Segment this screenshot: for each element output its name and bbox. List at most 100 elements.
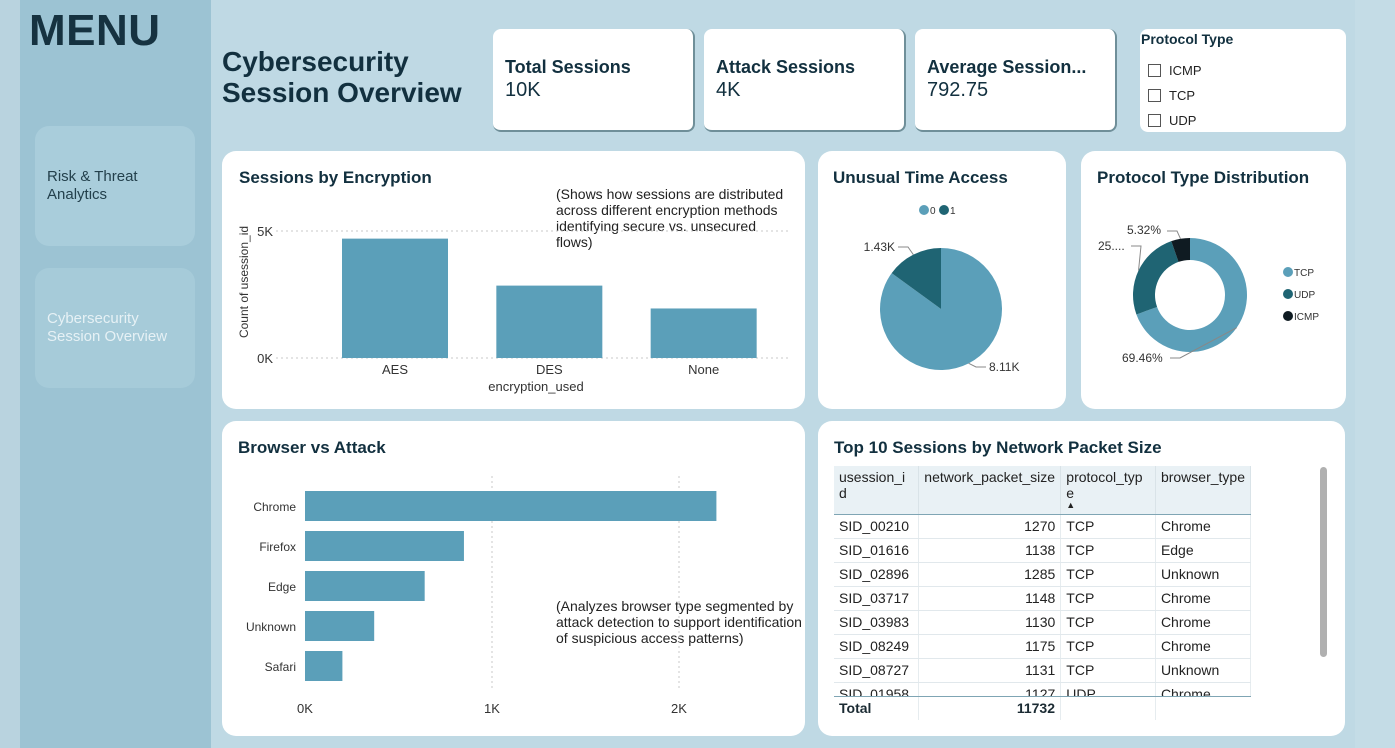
kpi-label: Average Session...	[927, 57, 1087, 77]
kpi-attack-sessions: Attack Sessions 4K	[704, 29, 906, 132]
table-cell: TCP	[1060, 610, 1156, 635]
table-cell: Unknown	[1155, 562, 1251, 587]
table-cell: Unknown	[1155, 658, 1251, 683]
table-cell: Chrome	[1155, 634, 1251, 659]
table-scrollbar[interactable]	[1320, 467, 1327, 657]
legend-marker	[1283, 267, 1293, 277]
checkbox[interactable]	[1148, 89, 1161, 102]
page-title-line2: Session Overview	[222, 77, 462, 108]
column-header-browser-type[interactable]: browser_type	[1155, 466, 1251, 515]
nav-cybersecurity-session-overview[interactable]: Cybersecurity Session Overview	[35, 268, 195, 388]
y-tick-label: 0K	[257, 351, 273, 366]
table-cell: SID_00210	[834, 514, 920, 539]
checkbox[interactable]	[1148, 64, 1161, 77]
bar	[305, 571, 425, 601]
kpi-value: 4K	[716, 79, 741, 101]
table-cell: SID_08249	[834, 634, 920, 659]
x-tick-label: 1K	[484, 701, 500, 716]
table-cell: SID_02896	[834, 562, 920, 587]
table-cell: 1138	[918, 538, 1062, 563]
sort-ascending-icon: ▲	[1066, 500, 1076, 510]
bar	[305, 531, 464, 561]
table-row[interactable]: SID_03983 1130 TCP Chrome	[834, 610, 1251, 635]
column-header-usession-id[interactable]: usession_i d	[834, 466, 920, 515]
legend-marker	[919, 205, 929, 215]
table-cell: SID_03717	[834, 586, 920, 611]
leader-line	[1167, 230, 1181, 239]
protocol-type-slicer: Protocol Type ICMP TCP UDP	[1140, 29, 1346, 132]
kpi-total-sessions: Total Sessions 10K	[493, 29, 695, 132]
table-cell: 1175	[918, 634, 1062, 659]
slicer-option-label: UDP	[1169, 113, 1197, 128]
encryption-bar-chart: 5K 0K Count of usession_id AES DES None encryp…	[237, 224, 788, 394]
table-scroll-area[interactable]: usession_i d network_packet_size protoco…	[834, 466, 1251, 720]
table-cell: SID_01616	[834, 538, 920, 563]
table-cell: SID_08727	[834, 658, 920, 683]
nav-label: Cybersecurity Session Overview	[47, 310, 168, 345]
table-cell: Chrome	[1155, 610, 1251, 635]
protocol-distribution-card: Protocol Type Distribution 69.46% 25.... 5…	[1081, 151, 1346, 409]
column-header-network-packet-size[interactable]: network_packet_size	[918, 466, 1062, 515]
table-cell: 1130	[918, 610, 1062, 635]
y-tick-label: 5K	[257, 224, 273, 239]
nav-risk-threat-analytics[interactable]: Risk & Threat Analytics	[35, 126, 195, 246]
x-tick-label: AES	[382, 362, 408, 377]
table-row[interactable]: SID_08249 1175 TCP Chrome	[834, 634, 1251, 659]
leader-line	[898, 246, 914, 255]
table-cell: Chrome	[1155, 586, 1251, 611]
legend-label: UDP	[1294, 290, 1315, 301]
table-cell: 1270	[918, 514, 1062, 539]
total-value: 11732	[919, 697, 1061, 720]
bar	[342, 238, 448, 358]
table-cell: TCP	[1060, 634, 1156, 659]
x-axis-title: encryption_used	[488, 379, 583, 394]
table-row[interactable]: SID_02896 1285 TCP Unknown	[834, 562, 1251, 587]
slicer-title: Protocol Type	[1141, 31, 1234, 47]
legend-label: 1	[950, 206, 956, 217]
slicer-option-label: ICMP	[1169, 63, 1202, 78]
legend-label: ICMP	[1294, 312, 1319, 323]
top-sessions-table: usession_i d network_packet_size protoco…	[834, 466, 1251, 707]
unusual-time-pie-chart: 0 1 8.11K 1.43K	[864, 205, 1019, 374]
table-row[interactable]: SID_08727 1131 TCP Unknown	[834, 658, 1251, 683]
browser-vs-attack-card: Browser vs Attack (Analyzes browser type…	[222, 421, 805, 736]
y-axis-title: Count of usession_id	[237, 226, 251, 338]
bar	[496, 285, 603, 358]
slicer-option-udp[interactable]: UDP	[1148, 113, 1196, 128]
y-tick-label: Firefox	[259, 540, 296, 554]
leader-line	[968, 362, 986, 368]
table-cell: SID_03983	[834, 610, 920, 635]
table-cell: TCP	[1060, 538, 1156, 563]
table-row[interactable]: SID_00210 1270 TCP Chrome	[834, 514, 1251, 539]
table-total-row: Total 11732	[834, 696, 1251, 720]
donut-slice	[1133, 241, 1179, 315]
column-header-protocol-type[interactable]: protocol_typ e ▲	[1060, 466, 1156, 515]
slicer-option-tcp[interactable]: TCP	[1148, 88, 1195, 103]
x-tick-label: 0K	[297, 701, 313, 716]
protocol-donut-chart: 69.46% 25....5.32% TCP UDP ICMP	[1098, 223, 1319, 365]
legend-marker	[1283, 311, 1293, 321]
slicer-option-icmp[interactable]: ICMP	[1148, 63, 1202, 78]
data-label: 5.32%	[1127, 223, 1161, 237]
checkbox[interactable]	[1148, 114, 1161, 127]
table-cell: TCP	[1060, 562, 1156, 587]
kpi-value: 792.75	[927, 79, 989, 101]
data-label: 25....	[1098, 239, 1125, 253]
table-row[interactable]: SID_03717 1148 TCP Chrome	[834, 586, 1251, 611]
kpi-average-session: Average Session... 792.75	[915, 29, 1117, 132]
bar	[650, 308, 757, 358]
y-tick-label: Safari	[265, 660, 296, 674]
slicer-option-label: TCP	[1169, 88, 1195, 103]
card-title: Top 10 Sessions by Network Packet Size	[834, 438, 1162, 457]
table-cell: TCP	[1060, 658, 1156, 683]
legend-marker	[1283, 289, 1293, 299]
kpi-label: Total Sessions	[505, 57, 631, 77]
x-tick-label: DES	[536, 362, 563, 377]
table-cell: Edge	[1155, 538, 1251, 563]
window-edge-right	[1355, 0, 1395, 748]
table-cell: 1131	[918, 658, 1062, 683]
browser-bar-chart: 0K 1K 2K Chrome Firefox Edge Unknown Safari	[246, 476, 717, 716]
window-edge	[0, 0, 20, 748]
table-row[interactable]: SID_01616 1138 TCP Edge	[834, 538, 1251, 563]
legend-label: 0	[930, 206, 936, 217]
